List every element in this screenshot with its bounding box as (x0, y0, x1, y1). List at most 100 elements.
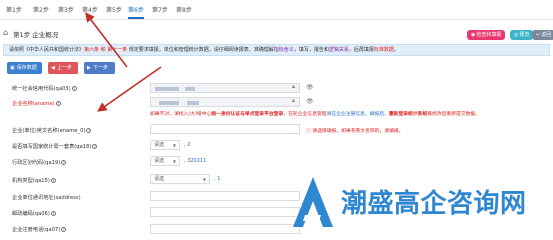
enterprise-name-input[interactable] (150, 97, 300, 107)
in-name-list-value-text: 2 (187, 142, 191, 148)
eye-icon[interactable]: 👁︎ (306, 84, 314, 91)
org-type-value: , 1 (214, 176, 220, 182)
help-icon[interactable]: ? (86, 128, 92, 133)
help-icon[interactable]: ? (55, 101, 61, 106)
phone-label-text: 企业注册电话(qa07) (12, 227, 61, 233)
lock-icon: 🔒︎ (292, 84, 295, 90)
return-label: 返回 (541, 32, 552, 38)
division-code-value: , 320211 (184, 158, 206, 164)
note-part-c: ，在轮企业信息管理 (283, 112, 327, 117)
step-tab-4[interactable]: 第4步 (82, 5, 98, 14)
home-icon[interactable]: ⌂ (3, 28, 8, 37)
field-enterprise-name: 企业名称(aname)? 🔒︎ 👁︎ 如果不对，请找入(大)增中心统一身份认证与… (12, 97, 542, 121)
help-icon[interactable]: ? (61, 160, 67, 165)
division-code-label-text: 行政区划代码(qa19) (12, 160, 61, 166)
notice-logic-relation: 逻辑关系 (328, 47, 349, 53)
step-tab-8[interactable]: 第8步 (176, 5, 192, 14)
redacted-value (155, 87, 179, 91)
redacted-value (185, 87, 195, 91)
section-header: ⌂ 第1步 企业概况 ◉检查和填报 ◎预览 ↩返回 (3, 27, 553, 44)
chevron-down-icon: ▼ (172, 143, 176, 148)
in-name-list-label-text: 是否填写国家统计局一套表(qa18) (12, 144, 92, 150)
help-icon[interactable]: ? (92, 144, 98, 149)
notice-indicator-meaning: 指标含义 (273, 47, 294, 53)
help-icon[interactable]: ? (71, 86, 77, 91)
note-part-b: 统一身份认证与单点登录平台登录 (211, 112, 284, 117)
help-icon[interactable]: ? (50, 211, 56, 216)
back-icon: ↩ (536, 32, 541, 38)
prev-step-button[interactable]: ◀ 上一步 (48, 62, 78, 74)
enterprise-name-note: 如果不对，请找入(大)增中心统一身份认证与单点登录平台登录，在轮企业信息管理请在… (150, 110, 480, 117)
org-type-select[interactable]: 请选 ▼ (150, 174, 210, 184)
phone-input[interactable] (150, 224, 300, 234)
help-icon[interactable]: ? (50, 178, 56, 183)
note-part-e: 重新登录统计系统 (388, 112, 428, 117)
next-step-button[interactable]: ▶ 下一步 (84, 62, 115, 74)
redacted-value (159, 101, 179, 105)
redacted-value (187, 101, 199, 105)
return-button[interactable]: ↩返回 (532, 30, 553, 40)
step-tab-1[interactable]: 第1步 (6, 5, 22, 14)
eye-icon[interactable]: 👁︎ (306, 98, 314, 105)
arrow-left-icon: ◀ (51, 65, 55, 71)
field-credit-code: 统一社会信用代码(qa03)? 🔒︎ 👁︎ (12, 83, 542, 97)
help-icon[interactable]: ? (61, 227, 67, 232)
in-name-list-label: 是否填写国家统计局一套表(qa18)? (12, 143, 98, 150)
org-type-value-text: 1 (217, 176, 221, 182)
english-name-tip-text: 请选择填报。如果有英文名称的，请填报。 (312, 129, 404, 134)
enterprise-name-label-text: 企业名称(aname) (12, 101, 55, 107)
notice-text-3: ，填写，报告和 (293, 47, 329, 53)
division-code-select-text: 请选 (154, 158, 165, 164)
notice-text-1: 请依照《中华人民共和国统计法》 (9, 47, 85, 53)
credit-code-input[interactable] (150, 83, 300, 93)
step-tab-2[interactable]: 第2步 (33, 5, 49, 14)
english-name-label: 企业(单位)英文名称(ename_0)? (12, 127, 92, 134)
eye-icon: ◎ (514, 32, 519, 38)
notice-text-4: ，后再填报 (348, 47, 374, 53)
org-type-label-text: 机构类型(qa15) (12, 178, 50, 184)
check-icon: ◉ (471, 32, 476, 38)
phone-label: 企业注册电话(qa07)? (12, 226, 67, 233)
step-tab-7[interactable]: 第7步 (152, 5, 168, 14)
step-tab-5[interactable]: 第5步 (106, 5, 122, 14)
enterprise-name-label: 企业名称(aname)? (12, 100, 61, 107)
preview-label: 预览 (519, 32, 530, 38)
in-name-list-value: , 2 (184, 142, 190, 148)
watermark-text: 潮盛高企咨询网 (341, 189, 527, 219)
preview-button[interactable]: ◎预览 (510, 30, 534, 40)
credit-code-label: 统一社会信用代码(qa03)? (12, 85, 77, 92)
chevron-down-icon: ▼ (202, 177, 206, 182)
in-name-list-select[interactable]: 请选 ▼ (150, 140, 180, 150)
division-code-value-text: 320211 (187, 158, 207, 164)
postcode-label: 邮政编码(qa06)? (12, 210, 56, 217)
notice-text-5: 。 (393, 47, 399, 53)
chevron-down-icon: ▼ (172, 159, 176, 164)
notice-bar: 请依照《中华人民共和国统计法》第六条 和 第十一条 规定要求填报，单位和管理统计… (3, 44, 550, 56)
field-in-name-list: 是否填写国家统计局一套表(qa18)? 请选 ▼ , 2 (12, 140, 542, 153)
arrow-right-icon: ▶ (87, 65, 91, 71)
step-tab-3[interactable]: 第3步 (58, 5, 74, 14)
watermark: 潮盛高企咨询网 (291, 173, 553, 235)
check-submit-label: 检查和填报 (476, 32, 502, 38)
address-input[interactable] (150, 191, 300, 201)
note-part-f: 再修改后重新提交数据。 (427, 112, 481, 117)
english-name-input[interactable] (150, 124, 300, 134)
save-button[interactable]: ▣ 保存数据 (7, 62, 42, 74)
step-tab-6[interactable]: 第6步 (128, 5, 144, 19)
prev-step-label: 上一步 (56, 65, 72, 71)
page-title: 第1步 企业概况 (13, 31, 59, 39)
check-submit-button[interactable]: ◉检查和填报 (467, 30, 506, 40)
note-part-d: 请在企业注册信息，填报后， (326, 112, 389, 117)
field-english-name: 企业(单位)英文名称(ename_0)? ⓘ 请选择填报。如果有英文名称的，请填… (12, 124, 542, 138)
notice-law-articles: 第六条 和 第十一条 (84, 47, 128, 53)
org-type-select-text: 请选 (154, 176, 165, 182)
address-label: 企业单位通讯地址(saddress) (12, 195, 81, 201)
save-label: 保存数据 (16, 65, 37, 71)
credit-code-label-text: 统一社会信用代码(qa03) (12, 86, 71, 92)
division-code-select[interactable]: 请选 ▼ (150, 156, 180, 166)
in-name-list-select-text: 请选 (154, 142, 165, 148)
step-navigation: 第1步 第2步 第3步 第4步 第5步 第6步 第7步 第8步 (0, 0, 553, 20)
next-step-label: 下一步 (92, 65, 108, 71)
postcode-input[interactable] (150, 207, 300, 217)
save-icon: ▣ (10, 65, 15, 71)
